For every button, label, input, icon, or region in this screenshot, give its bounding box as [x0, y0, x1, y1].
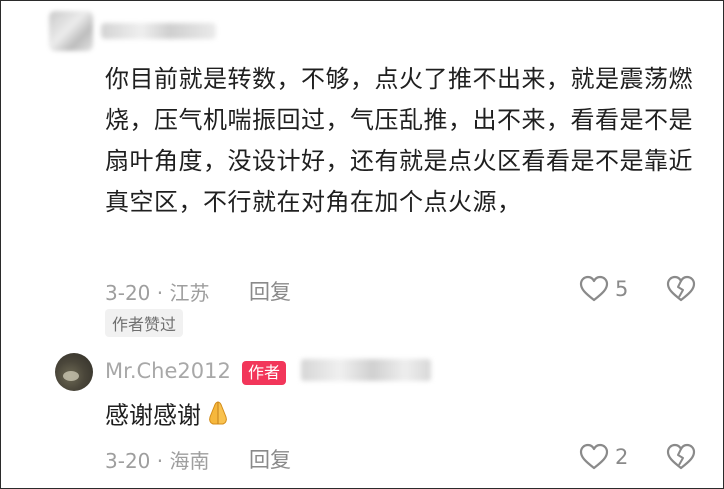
reply-text: 感谢感谢: [105, 401, 201, 430]
blurred-username[interactable]: [101, 23, 216, 39]
like-button-2[interactable]: 2: [579, 443, 628, 471]
heart-icon: [579, 443, 609, 470]
blurred-reply-target: [301, 359, 431, 381]
comment-text: 你目前就是转数，不够，点火了推不出来，就是震荡燃烧，压气机喘振回过，气压乱推，出…: [105, 65, 693, 216]
reply-date-location: 3-20 · 海南: [105, 449, 210, 473]
comment-thread: 你目前就是转数，不够，点火了推不出来，就是震荡燃烧，压气机喘振回过，气压乱推，出…: [0, 0, 724, 489]
reply-comment-text: 感谢感谢: [105, 397, 233, 436]
blurred-avatar[interactable]: [49, 11, 93, 51]
dislike-button-2[interactable]: [666, 443, 696, 475]
reply-button[interactable]: 回复: [249, 276, 291, 306]
comment-date-location: 3-20 · 江苏: [105, 281, 210, 305]
like-count: 5: [615, 277, 629, 301]
folded-hands-icon: [203, 397, 233, 436]
avatar[interactable]: [55, 353, 93, 391]
reply-button-2[interactable]: 回复: [249, 444, 291, 474]
like-button[interactable]: 5: [579, 275, 628, 303]
broken-heart-icon: [666, 443, 696, 470]
author-badge: 作者: [242, 361, 287, 385]
heart-icon: [579, 275, 609, 302]
author-liked-badge: 作者赞过: [105, 309, 184, 337]
broken-heart-icon: [666, 275, 696, 302]
dislike-button[interactable]: [666, 275, 696, 307]
username[interactable]: Mr.Che2012: [105, 359, 231, 383]
like-count-2: 2: [615, 445, 629, 469]
